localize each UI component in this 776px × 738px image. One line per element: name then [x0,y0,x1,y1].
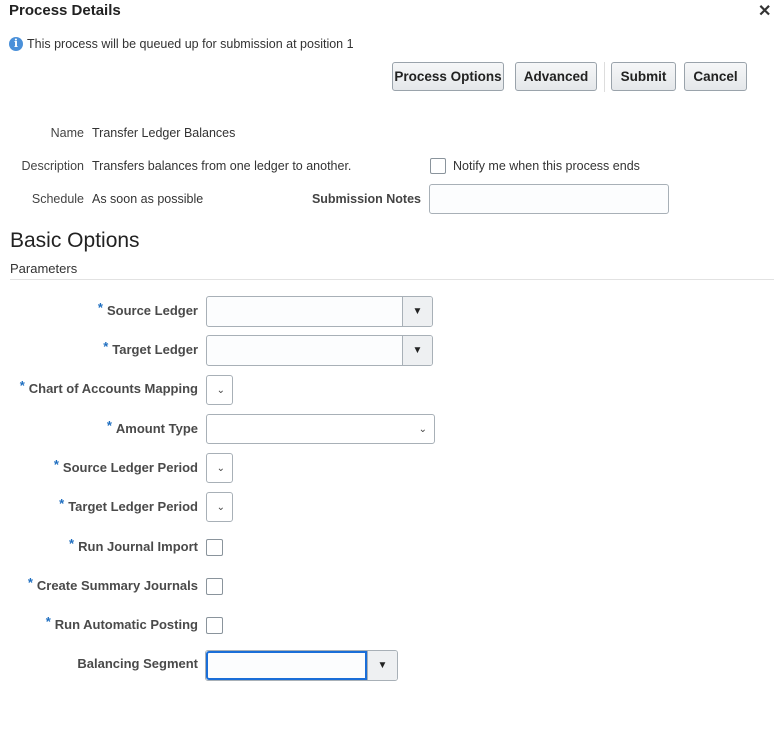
label-text: Run Journal Import [78,539,198,554]
dropdown-arrow-icon[interactable]: ▼ [367,651,397,680]
chevron-down-icon: ⌄ [216,384,225,396]
close-icon[interactable]: ✕ [758,1,771,21]
source-ledger-label: * Source Ledger [97,300,198,318]
label-text: Chart of Accounts Mapping [28,381,198,396]
coa-mapping-select[interactable]: ⌄ [206,375,233,405]
chevron-down-icon: ⌄ [216,462,225,474]
notify-checkbox[interactable] [430,158,446,174]
dialog-title: Process Details [9,2,121,19]
submission-notes-label: Submission Notes [311,192,421,206]
balancing-segment-label: Balancing Segment [77,656,198,671]
required-marker: * [53,457,59,472]
target-ledger-label: * Target Ledger [103,339,198,357]
source-period-label: * Source Ledger Period [53,457,198,475]
required-marker: * [69,536,75,551]
label-text: Target Ledger [112,342,198,357]
run-journal-import-label: * Run Journal Import [69,536,198,554]
create-summary-checkbox[interactable] [206,578,223,595]
balancing-segment-input[interactable] [206,651,367,680]
dropdown-arrow-icon[interactable]: ▼ [402,336,432,365]
toolbar-separator [604,62,605,92]
run-journal-import-checkbox[interactable] [206,539,223,556]
target-ledger-input[interactable] [207,336,402,365]
required-marker: * [27,575,33,590]
label-text: Source Ledger Period [62,460,198,475]
label-text: Create Summary Journals [36,578,198,593]
submission-notes-input[interactable] [429,184,669,214]
target-period-label: * Target Ledger Period [59,496,198,514]
label-text: Run Automatic Posting [54,617,198,632]
info-icon: i [9,37,23,51]
name-label: Name [50,126,84,140]
source-ledger-combo[interactable]: ▼ [206,296,433,327]
amount-type-select[interactable]: ⌄ [206,414,435,444]
chevron-down-icon: ⌄ [418,423,427,435]
amount-type-label: * Amount Type [106,418,198,436]
create-summary-label: * Create Summary Journals [27,575,198,593]
coa-mapping-label: * Chart of Accounts Mapping [19,378,198,396]
info-text: This process will be queued up for submi… [27,37,354,51]
label-text: Amount Type [115,421,198,436]
parameters-label: Parameters [10,261,78,276]
required-marker: * [59,496,65,511]
divider [10,279,774,280]
info-message: i This process will be queued up for subm… [9,37,354,51]
required-marker: * [45,614,51,629]
label-text: Source Ledger [106,303,198,318]
name-value: Transfer Ledger Balances [92,126,236,140]
schedule-value: As soon as possible [92,192,204,206]
label-text: Target Ledger Period [68,499,198,514]
cancel-button[interactable]: Cancel [684,62,747,91]
target-ledger-combo[interactable]: ▼ [206,335,433,366]
source-period-select[interactable]: ⌄ [206,453,233,483]
source-ledger-input[interactable] [207,297,402,326]
notify-label: Notify me when this process ends [453,159,640,173]
advanced-button[interactable]: Advanced [515,62,597,91]
run-posting-label: * Run Automatic Posting [45,614,198,632]
target-period-select[interactable]: ⌄ [206,492,233,522]
balancing-segment-combo[interactable]: ▼ [205,650,398,681]
submit-button[interactable]: Submit [611,62,676,91]
description-value: Transfers balances from one ledger to an… [92,159,352,173]
required-marker: * [19,378,25,393]
schedule-label: Schedule [31,192,84,206]
dropdown-arrow-icon[interactable]: ▼ [402,297,432,326]
required-marker: * [106,418,112,433]
run-posting-checkbox[interactable] [206,617,223,634]
description-label: Description [21,159,84,173]
process-options-button[interactable]: Process Options [392,62,504,91]
required-marker: * [103,339,109,354]
chevron-down-icon: ⌄ [216,501,225,513]
required-marker: * [97,300,103,315]
basic-options-heading: Basic Options [10,229,140,252]
